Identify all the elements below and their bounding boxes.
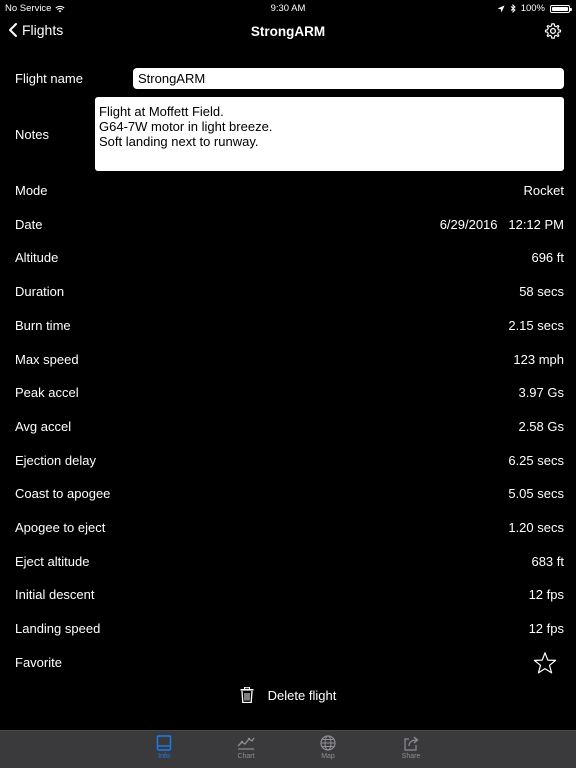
share-icon — [404, 736, 419, 751]
detail-value: 3.97 Gs — [518, 385, 564, 400]
page-title: StrongARM — [250, 24, 326, 39]
flight-name-input[interactable] — [133, 68, 564, 89]
globe-icon — [320, 735, 336, 751]
tab-map-label: Map — [321, 753, 335, 760]
flight-name-label: Flight name — [15, 71, 83, 86]
tab-info[interactable]: Info — [139, 735, 189, 760]
info-icon — [156, 735, 172, 751]
tab-chart-label: Chart — [237, 753, 255, 760]
detail-value: 6/29/2016 12:12 PM — [439, 217, 564, 232]
delete-flight-button[interactable]: Delete flight — [0, 687, 576, 703]
favorite-label: Favorite — [15, 655, 62, 670]
bluetooth-icon — [510, 4, 516, 13]
detail-label: Coast to apogee — [15, 486, 111, 501]
detail-label: Landing speed — [15, 621, 101, 636]
detail-value: 6.25 secs — [508, 453, 564, 468]
detail-label: Duration — [15, 284, 65, 299]
status-time: 9:30 AM — [270, 3, 306, 14]
detail-value: 12 fps — [528, 621, 564, 636]
tab-share[interactable]: Share — [386, 735, 436, 760]
detail-value: 58 secs — [519, 284, 564, 299]
chart-icon — [237, 737, 255, 750]
battery-icon — [550, 4, 572, 13]
detail-value: 123 mph — [513, 352, 564, 367]
delete-flight-label: Delete flight — [267, 687, 337, 703]
detail-value: Rocket — [523, 183, 564, 198]
tab-share-label: Share — [401, 753, 421, 760]
detail-value: 5.05 secs — [508, 486, 564, 501]
tab-map[interactable]: Map — [303, 735, 353, 760]
notes-textarea[interactable]: Flight at Moffett Field. G64-7W motor in… — [95, 97, 564, 171]
detail-label: Avg accel — [15, 419, 72, 434]
location-arrow-icon — [497, 5, 505, 12]
detail-label: Date — [15, 217, 43, 232]
notes-label: Notes — [15, 127, 49, 142]
battery-level — [552, 6, 568, 11]
tab-chart[interactable]: Chart — [221, 735, 271, 760]
detail-label: Initial descent — [15, 587, 95, 602]
battery-percent: 100% — [520, 3, 545, 14]
navigation-bar: Flights StrongARM — [0, 16, 576, 48]
detail-label: Ejection delay — [15, 453, 96, 468]
star-outline-icon[interactable] — [533, 651, 557, 675]
detail-value: 2.15 secs — [508, 318, 564, 333]
tab-info-label: Info — [158, 753, 170, 760]
detail-value: 2.58 Gs — [518, 419, 564, 434]
detail-label: Peak accel — [15, 385, 79, 400]
detail-value: 696 ft — [531, 250, 564, 265]
detail-value: 1.20 secs — [508, 520, 564, 535]
status-bar: No Service 9:30 AM 100% — [0, 0, 576, 16]
status-right: 100% — [497, 3, 572, 14]
detail-label: Max speed — [15, 352, 79, 367]
detail-label: Mode — [15, 183, 48, 198]
detail-label: Altitude — [15, 250, 59, 265]
trash-icon — [240, 687, 254, 703]
gear-icon[interactable] — [544, 22, 562, 40]
tab-bar: Info Chart Map Share — [0, 730, 576, 768]
detail-label: Apogee to eject — [15, 520, 106, 535]
detail-label: Burn time — [15, 318, 71, 333]
detail-value: 683 ft — [531, 554, 564, 569]
detail-label: Eject altitude — [15, 554, 90, 569]
detail-value: 12 fps — [528, 587, 564, 602]
